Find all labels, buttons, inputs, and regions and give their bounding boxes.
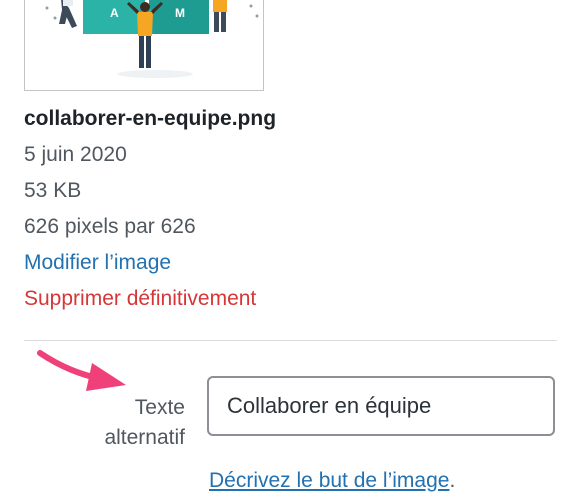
alt-text-help-suffix: . — [449, 469, 456, 492]
attachment-dimensions: 626 pixels par 626 — [24, 215, 196, 238]
thumbnail-letter-a: A — [110, 6, 119, 20]
alt-text-label-line1: Texte — [134, 396, 185, 419]
alt-text-input[interactable] — [207, 376, 555, 436]
attachment-details-panel: A M collaborer-en-equipe.png 5 juin 2020… — [0, 0, 574, 500]
attachment-upload-date: 5 juin 2020 — [24, 143, 127, 166]
attachment-thumbnail[interactable]: A M — [24, 0, 264, 91]
alt-text-help: Décrivez le but de l’image. — [209, 469, 455, 493]
thumbnail-illustration: A M — [45, 0, 259, 78]
edit-image-link[interactable]: Modifier l’image — [24, 251, 171, 275]
arrow-pointer-icon — [37, 350, 126, 391]
alt-text-label: Texte alternatif — [70, 393, 185, 453]
delete-permanently-link[interactable]: Supprimer définitivement — [24, 287, 256, 311]
attachment-filename: collaborer-en-equipe.png — [24, 107, 277, 130]
alt-text-label-line2: alternatif — [104, 426, 185, 449]
thumbnail-letter-m: M — [175, 6, 185, 20]
attachment-file-size: 53 KB — [24, 179, 82, 202]
alt-text-help-link[interactable]: Décrivez le but de l’image — [209, 469, 449, 492]
section-divider — [24, 340, 557, 341]
